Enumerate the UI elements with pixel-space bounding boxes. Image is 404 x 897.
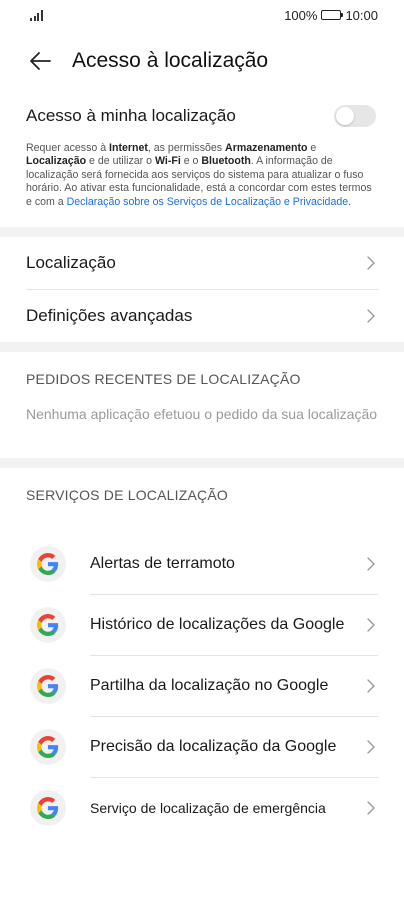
desc-text: e o	[180, 155, 202, 168]
desc-internet: Internet	[109, 142, 148, 154]
google-g-icon	[30, 668, 66, 705]
recent-requests-empty: Nenhuma aplicação efetuou o pedido da su…	[26, 406, 378, 423]
advanced-settings-label: Definições avançadas	[26, 306, 193, 326]
advanced-settings-row[interactable]: Definições avançadas	[0, 290, 404, 342]
arrow-left-icon	[30, 52, 51, 70]
battery-percent: 100%	[284, 7, 318, 23]
service-label: Precisão da localização da Google	[90, 738, 337, 756]
desc-bluetooth: Bluetooth	[201, 155, 251, 168]
chevron-right-icon	[364, 256, 378, 270]
chevron-right-icon	[364, 557, 378, 571]
desc-text: e	[307, 142, 317, 154]
clock: 10:00	[345, 7, 378, 23]
battery-icon	[321, 10, 344, 20]
desc-wifi: Wi-Fi	[154, 155, 181, 168]
service-label: Serviço de localização de emergência	[90, 800, 326, 817]
section-divider	[0, 342, 404, 353]
signal-icon	[30, 9, 43, 21]
desc-location: Localização	[26, 155, 87, 168]
status-bar: 100% 10:00	[0, 0, 404, 30]
google-g-icon	[30, 607, 66, 644]
location-access-label: Acesso à minha localização	[26, 106, 236, 125]
desc-text: , as permissões	[147, 142, 226, 154]
location-nav-label: Localização	[26, 253, 116, 273]
location-nav-row[interactable]: Localização	[0, 237, 404, 289]
chevron-right-icon	[364, 740, 378, 754]
location-services-list: Alertas de terramoto Histórico de locali…	[0, 534, 404, 838]
service-row[interactable]: Serviço de localização de emergência	[0, 778, 404, 838]
desc-text: e de utilizar o	[86, 155, 155, 168]
location-description: Requer acesso à Internet, as permissões …	[0, 142, 404, 209]
google-g-icon	[30, 790, 66, 827]
service-row[interactable]: Alertas de terramoto	[0, 534, 404, 594]
service-row[interactable]: Precisão da localização da Google	[0, 717, 404, 777]
service-label: Histórico de localizações da Google	[90, 616, 345, 634]
google-g-icon	[30, 729, 66, 766]
service-label: Partilha da localização no Google	[90, 677, 329, 695]
service-row[interactable]: Histórico de localizações da Google	[0, 595, 404, 655]
google-g-icon	[30, 546, 66, 583]
location-access-toggle[interactable]	[334, 105, 376, 127]
page-title: Acesso à localização	[72, 49, 269, 72]
status-right: 100% 10:00	[284, 8, 378, 23]
service-label: Alertas de terramoto	[90, 555, 235, 573]
location-access-row[interactable]: Acesso à minha localização	[0, 92, 404, 140]
desc-storage: Armazenamento	[225, 142, 308, 154]
section-divider	[0, 227, 404, 238]
title-bar: Acesso à localização	[0, 30, 404, 92]
privacy-statement-link[interactable]: Declaração sobre os Serviços de Localiza…	[67, 196, 348, 208]
location-services-header: SERVIÇOS DE LOCALIZAÇÃO	[26, 487, 228, 504]
desc-text: Requer acesso à	[26, 142, 110, 154]
recent-requests-header: PEDIDOS RECENTES DE LOCALIZAÇÃO	[26, 371, 301, 388]
section-divider	[0, 458, 404, 469]
back-button[interactable]	[26, 47, 54, 75]
chevron-right-icon	[364, 618, 378, 632]
service-row[interactable]: Partilha da localização no Google	[0, 656, 404, 716]
chevron-right-icon	[364, 801, 378, 815]
chevron-right-icon	[364, 309, 378, 323]
desc-text: .	[348, 195, 352, 208]
toggle-knob	[336, 107, 354, 125]
chevron-right-icon	[364, 679, 378, 693]
